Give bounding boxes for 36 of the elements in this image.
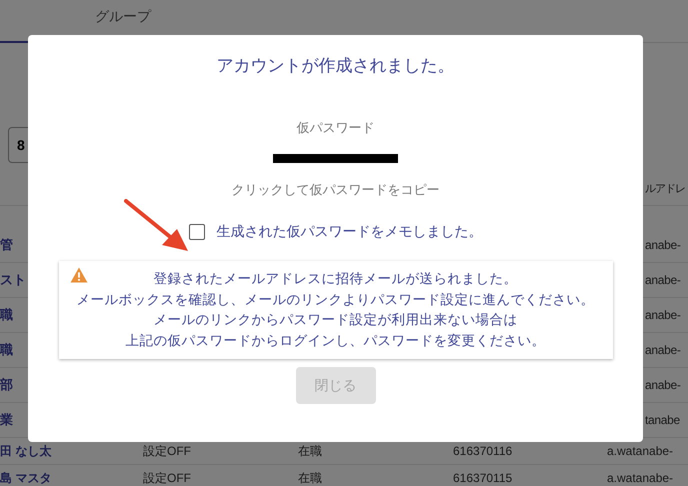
checkbox-label[interactable]: 生成された仮パスワードをメモしました。	[216, 223, 482, 241]
user-name-link[interactable]: 島 マスタ	[0, 470, 52, 484]
table-cell: 在職	[298, 470, 322, 484]
tab[interactable]: グループ	[95, 8, 151, 26]
copy-link[interactable]: クリックして仮パスワードをコピー	[232, 181, 440, 199]
user-name-link[interactable]: 業	[0, 412, 13, 427]
user-name-link[interactable]: 田 なし太	[0, 444, 52, 458]
table-cell: 設定OFF	[143, 444, 191, 458]
tab-indicator	[0, 41, 30, 43]
pointer-arrow	[124, 199, 190, 253]
user-name-link[interactable]: 部	[0, 377, 13, 392]
table-cell: 616370115	[453, 471, 512, 485]
dialog-title: アカウントが作成されました。	[216, 55, 454, 77]
column-header: ルアドレ	[645, 182, 685, 194]
user-name-link[interactable]: スト	[0, 272, 26, 287]
notice-text: メールボックスを確認し、メールのリンクよりパスワード設定に進んでください。	[76, 290, 594, 308]
table-cell: 設定OFF	[143, 470, 191, 484]
password-label: 仮パスワード	[296, 119, 374, 137]
table-cell: anabe-	[645, 308, 681, 322]
table-cell: a.watanabe-	[607, 444, 674, 458]
warning-icon	[70, 267, 88, 283]
notice-text: メールのリンクからパスワード設定が利用出来ない場合は	[154, 311, 518, 329]
notice-text: 上記の仮パスワードからログインし、パスワードを変更ください。	[126, 332, 546, 350]
table-cell: anabe-	[645, 378, 681, 392]
notice-text: 登録されたメールアドレスに招待メールが送られました。	[154, 270, 518, 288]
user-name-link[interactable]: 職	[0, 307, 13, 322]
checkbox[interactable]	[188, 224, 204, 240]
table-cell: a.watanabe-	[607, 471, 674, 485]
table-cell: 在職	[298, 444, 322, 458]
table-cell: anabe-	[645, 343, 681, 357]
table-cell: anabe-	[645, 273, 681, 287]
user-name-link[interactable]: 管	[0, 237, 13, 252]
table-cell: anabe-	[645, 238, 681, 252]
table-cell: 616370116	[453, 444, 512, 458]
user-name-link[interactable]: 職	[0, 342, 13, 357]
table-cell: tanabe	[645, 413, 680, 427]
